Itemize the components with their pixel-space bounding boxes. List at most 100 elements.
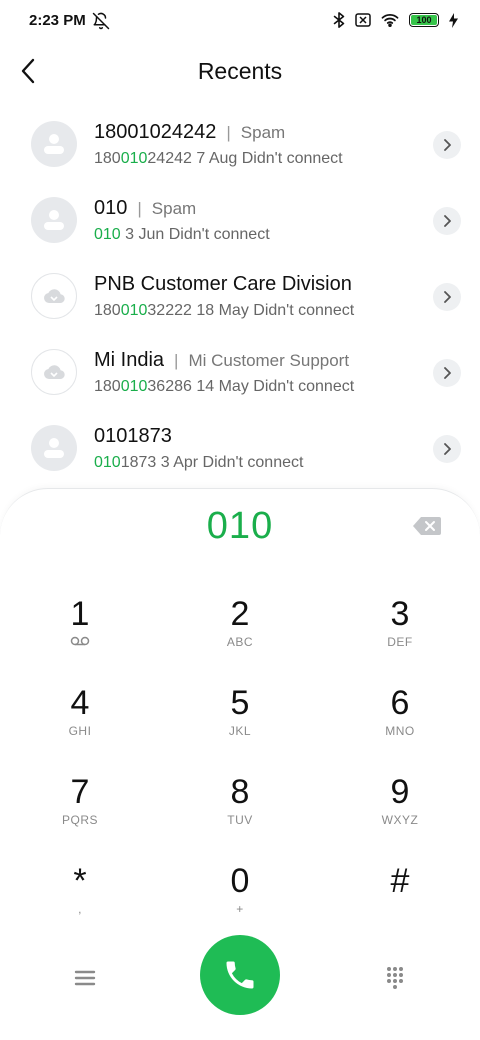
call-detail: 7 Aug Didn't connect [196,150,343,167]
number-suffix: 1873 [120,454,157,471]
key-digit: 7 [70,773,90,811]
dialpad-icon [387,967,403,989]
key-4[interactable]: 4 GHI [20,684,140,764]
phone-icon [226,961,254,989]
separator: | [226,123,231,142]
number-prefix: 180 [94,378,121,395]
chevron-right-icon [444,443,451,455]
key-digit: 3 [390,595,410,633]
person-icon [44,438,64,458]
details-button[interactable] [433,435,461,463]
key-2[interactable]: 2 ABC [180,595,300,675]
key-digit: 4 [70,684,90,722]
voicemail-icon [20,635,140,651]
bell-off-icon [92,12,110,30]
key-digit: 8 [230,773,250,811]
contact-name: PNB Customer Care Division [94,273,352,295]
key-9[interactable]: 9 WXYZ [340,773,460,853]
chevron-right-icon [444,367,451,379]
call-detail: 3 Apr Didn't connect [160,454,304,471]
dialer-panel: 010 1 2 ABC 3 DEF 4 GHI 5 JKL 6 MNO 7 PQ… [0,488,480,1040]
chevron-right-icon [444,139,451,151]
key-7[interactable]: 7 PQRS [20,773,140,853]
page-title: Recents [197,58,283,84]
contact-name-line: 0101873 [94,425,172,448]
number-suffix: 32222 [147,302,192,319]
key-letters: + [236,902,244,916]
key-hash[interactable]: # [340,862,460,942]
key-3[interactable]: 3 DEF [340,595,460,675]
contact-avatar [31,349,77,395]
details-button[interactable] [433,359,461,387]
contact-name-line: 18001024242 | Spam [94,121,285,144]
key-0[interactable]: 0 + [180,862,300,942]
chevron-right-icon [444,291,451,303]
dialed-number-input[interactable]: 010 [0,505,480,548]
contact-name: 010 [94,197,128,219]
call-detail: 14 May Didn't connect [196,378,355,395]
backspace-icon[interactable] [412,515,442,537]
person-icon [44,210,64,230]
key-letters: TUV [227,813,253,827]
dialpad-toggle-button[interactable] [380,963,410,993]
separator: | [137,199,142,218]
key-letters: PQRS [61,813,98,827]
wifi-icon [381,13,399,27]
contact-name: Mi India [94,349,165,371]
key-digit: 6 [390,684,410,722]
menu-icon [74,970,96,986]
contact-avatar [31,121,77,167]
call-detail-line: 18001032222 18 May Didn't connect [94,302,354,320]
details-button[interactable] [433,283,461,311]
key-letters: WXYZ [381,813,419,827]
key-1[interactable]: 1 [20,595,140,675]
key-letters: MNO [385,724,415,738]
number-suffix: 24242 [147,150,192,167]
bluetooth-icon [333,12,345,28]
recent-call-row[interactable]: Mi India | Mi Customer Support 18001036286… [0,336,480,412]
key-digit: # [390,862,410,900]
dialer-bottom-bar [0,935,480,1025]
contact-avatar [31,425,77,471]
battery-level: 100 [416,15,432,25]
number-match: 010 [120,150,148,167]
contact-name-line: PNB Customer Care Division [94,273,352,296]
key-letters [340,902,460,918]
recent-call-row[interactable]: 18001024242 | Spam 18001024242 7 Aug Didn'… [0,108,480,184]
contact-name: 18001024242 [94,121,217,143]
recent-call-row[interactable]: PNB Customer Care Division 18001032222 1… [0,260,480,336]
no-sim-icon [355,13,371,27]
key-star[interactable]: * , [20,862,140,942]
contact-avatar [31,197,77,243]
details-button[interactable] [433,207,461,235]
key-digit: * [73,862,87,900]
contact-name: 0101873 [94,425,172,447]
key-letters: JKL [228,724,252,738]
number-match: 010 [120,378,148,395]
separator: | [174,351,179,370]
contact-tag: Spam [151,199,197,218]
number-prefix: 180 [94,302,121,319]
cloud-icon [44,365,65,380]
key-5[interactable]: 5 JKL [180,684,300,764]
menu-button[interactable] [70,963,100,993]
call-detail-line: 18001024242 7 Aug Didn't connect [94,150,343,168]
call-detail-line: 0101873 3 Apr Didn't connect [94,454,303,472]
battery-icon: 100 [409,13,439,27]
key-6[interactable]: 6 MNO [340,684,460,764]
key-digit: 1 [70,595,90,633]
recent-call-row[interactable]: 0101873 0101873 3 Apr Didn't connect [0,412,480,488]
header: Recents [0,44,480,100]
recent-call-row[interactable]: 010 | Spam 010 3 Jun Didn't connect [0,184,480,260]
charging-icon [449,12,458,28]
key-digit: 9 [390,773,410,811]
contact-tag: Spam [240,123,286,142]
number-suffix: 36286 [147,378,192,395]
call-button[interactable] [200,935,280,1015]
details-button[interactable] [433,131,461,159]
key-letters: GHI [68,724,92,738]
key-8[interactable]: 8 TUV [180,773,300,853]
contact-name-line: 010 | Spam [94,197,196,220]
chevron-right-icon [444,215,451,227]
key-digit: 5 [230,684,250,722]
